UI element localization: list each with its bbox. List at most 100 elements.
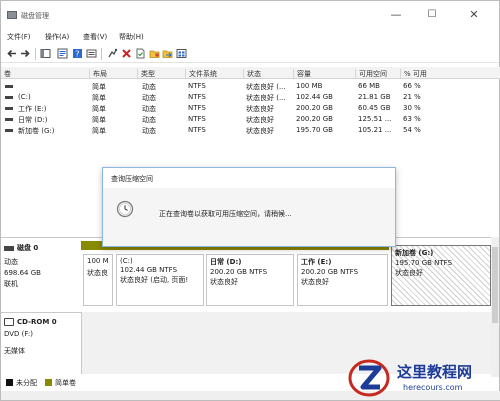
- volume-capacity: 100 MB: [296, 82, 323, 90]
- column-capacity[interactable]: 容量: [293, 69, 355, 79]
- disk-list-icon[interactable]: [86, 48, 97, 59]
- volume-layout: 简单: [92, 105, 106, 113]
- volume-free-space: 125.51 ...: [358, 115, 392, 123]
- disk-0-name: 磁盘 0: [17, 244, 39, 252]
- menu-action[interactable]: 操作(A): [45, 32, 69, 42]
- watermark-z-icon: [348, 358, 390, 398]
- partition-c[interactable]: (C:) 102.44 GB NTFS 状态良好 (启动, 页面!: [116, 254, 204, 306]
- cdrom-drive: DVD (F:): [4, 330, 33, 338]
- properties-icon[interactable]: [57, 48, 68, 59]
- volume-layout: 简单: [92, 127, 106, 135]
- close-button[interactable]: ✕: [459, 6, 489, 24]
- help-icon[interactable]: ?: [72, 48, 83, 59]
- document-icon[interactable]: [135, 48, 146, 59]
- column-layout[interactable]: 布局: [89, 69, 137, 79]
- volume-layout: 简单: [92, 94, 106, 102]
- forward-arrow-icon[interactable]: [20, 48, 31, 59]
- cdrom-name: CD-ROM 0: [17, 318, 57, 326]
- volume-layout: 简单: [92, 116, 106, 124]
- volume-name: (C:): [18, 93, 31, 101]
- query-shrink-dialog: 查询压缩空间 正在查询卷以获取可用压缩空间，请稍候...: [102, 167, 396, 247]
- menu-file[interactable]: 文件(F): [7, 32, 31, 42]
- partition-d[interactable]: 日常 (D:) 200.20 GB NTFS 状态良好: [206, 254, 294, 306]
- partition-size: 100 M: [87, 257, 109, 265]
- back-arrow-icon[interactable]: [6, 48, 17, 59]
- volume-capacity: 200.20 GB: [296, 115, 333, 123]
- legend-swatch-unallocated: [6, 379, 13, 386]
- partition-e[interactable]: 工作 (E:) 200.20 GB NTFS 状态良好: [297, 254, 388, 306]
- disk-management-app-icon: [7, 11, 17, 19]
- volume-free-space: 21.81 GB: [358, 93, 391, 101]
- cdrom-icon: [4, 318, 14, 326]
- cdrom-label[interactable]: CD-ROM 0 DVD (F:) 无媒体: [4, 318, 77, 356]
- volume-row[interactable]: 新加卷 (G:) 简单 动态 NTFS 状态良好 195.70 GB 105.2…: [1, 125, 500, 135]
- connect-icon[interactable]: [107, 48, 118, 59]
- volume-icon: [5, 118, 13, 121]
- legend-label-simple-volume: 简单卷: [55, 379, 76, 387]
- volume-filesystem: NTFS: [188, 82, 206, 90]
- column-status[interactable]: 状态: [243, 69, 293, 79]
- legend-swatch-simple-volume: [45, 379, 52, 386]
- column-type[interactable]: 类型: [137, 69, 185, 79]
- partition-size: 102.44 GB NTFS: [120, 266, 178, 274]
- volume-type: 动态: [142, 105, 156, 113]
- partition-size: 195.70 GB NTFS: [395, 259, 453, 267]
- volume-filesystem: NTFS: [188, 115, 206, 123]
- volume-percent-free: 54 %: [403, 126, 421, 134]
- volume-row[interactable]: (C:) 简单 动态 NTFS 状态良好 (... 102.44 GB 21.8…: [1, 92, 500, 102]
- export-icon[interactable]: [162, 48, 173, 59]
- console-tree-icon[interactable]: [40, 48, 51, 59]
- watermark-title: 这里教程网: [397, 363, 473, 381]
- volume-capacity: 200.20 GB: [296, 104, 333, 112]
- watermark-logo: 这里教程网 herecours.com: [341, 355, 500, 401]
- volume-filesystem: NTFS: [188, 93, 206, 101]
- partition-name: 工作 (E:): [301, 258, 332, 266]
- window-title: 磁盘管理: [21, 12, 49, 20]
- column-percent-free[interactable]: % 可用: [400, 69, 500, 79]
- column-free-space[interactable]: 可用空间: [355, 69, 400, 79]
- menu-view[interactable]: 查看(V): [83, 32, 107, 42]
- partition-name: 新加卷 (G:): [395, 249, 434, 257]
- menu-help[interactable]: 帮助(H): [119, 32, 144, 42]
- menu-bar: 文件(F) 操作(A) 查看(V) 帮助(H): [1, 30, 499, 43]
- volume-percent-free: 21 %: [403, 93, 421, 101]
- column-volume[interactable]: 卷: [1, 69, 89, 79]
- volume-free-space: 105.21 ...: [358, 126, 392, 134]
- maximize-button[interactable]: ☐: [417, 6, 447, 24]
- vertical-scrollbar-thumb[interactable]: [492, 247, 498, 323]
- minimize-button[interactable]: —: [381, 6, 411, 24]
- volume-name: 日常 (D:): [18, 116, 48, 124]
- watermark-url: herecours.com: [403, 383, 463, 392]
- volume-icon: [5, 85, 13, 88]
- disk-0-label[interactable]: 磁盘 0 动态 698.64 GB 联机: [4, 243, 77, 289]
- disk-0-size: 698.64 GB: [4, 269, 41, 277]
- dialog-title: 查询压缩空间: [111, 175, 153, 183]
- volume-status: 状态良好: [246, 127, 274, 135]
- volume-row[interactable]: 简单 动态 NTFS 状态良好 (... 100 MB 66 MB 66 %: [1, 81, 500, 91]
- folder-icon[interactable]: [149, 48, 160, 59]
- partition-size: 200.20 GB NTFS: [210, 268, 268, 276]
- volume-status: 状态良好: [246, 116, 274, 124]
- toolbar: ?: [1, 45, 499, 63]
- volume-row[interactable]: 日常 (D:) 简单 动态 NTFS 状态良好 200.20 GB 125.51…: [1, 114, 500, 124]
- legend-label-unallocated: 未分配: [16, 379, 37, 387]
- volume-status: 状态良好: [246, 105, 274, 113]
- volume-list-header: 卷 布局 类型 文件系统 状态 容量 可用空间 % 可用: [1, 67, 500, 79]
- partition-size: 200.20 GB NTFS: [301, 268, 359, 276]
- partition-g-selected[interactable]: 新加卷 (G:) 195.70 GB NTFS 状态良好: [391, 245, 491, 306]
- partition-status: 状态良好 (启动, 页面!: [120, 276, 189, 284]
- column-filesystem[interactable]: 文件系统: [185, 69, 243, 79]
- volume-name: 工作 (E:): [18, 105, 47, 113]
- disk-0-status: 联机: [4, 280, 18, 288]
- volume-row[interactable]: 工作 (E:) 简单 动态 NTFS 状态良好 200.20 GB 60.45 …: [1, 103, 500, 113]
- disk-icon: [4, 245, 14, 251]
- volume-icon: [5, 129, 13, 132]
- partition-name: (C:): [120, 257, 133, 265]
- volume-status: 状态良好 (...: [246, 83, 286, 91]
- volume-type: 动态: [142, 127, 156, 135]
- delete-icon[interactable]: [121, 48, 132, 59]
- volume-filesystem: NTFS: [188, 126, 206, 134]
- partition-system-reserved[interactable]: 100 M 状态良: [83, 254, 113, 306]
- partition-status: 状态良好: [210, 278, 238, 286]
- refresh-icon[interactable]: [176, 48, 187, 59]
